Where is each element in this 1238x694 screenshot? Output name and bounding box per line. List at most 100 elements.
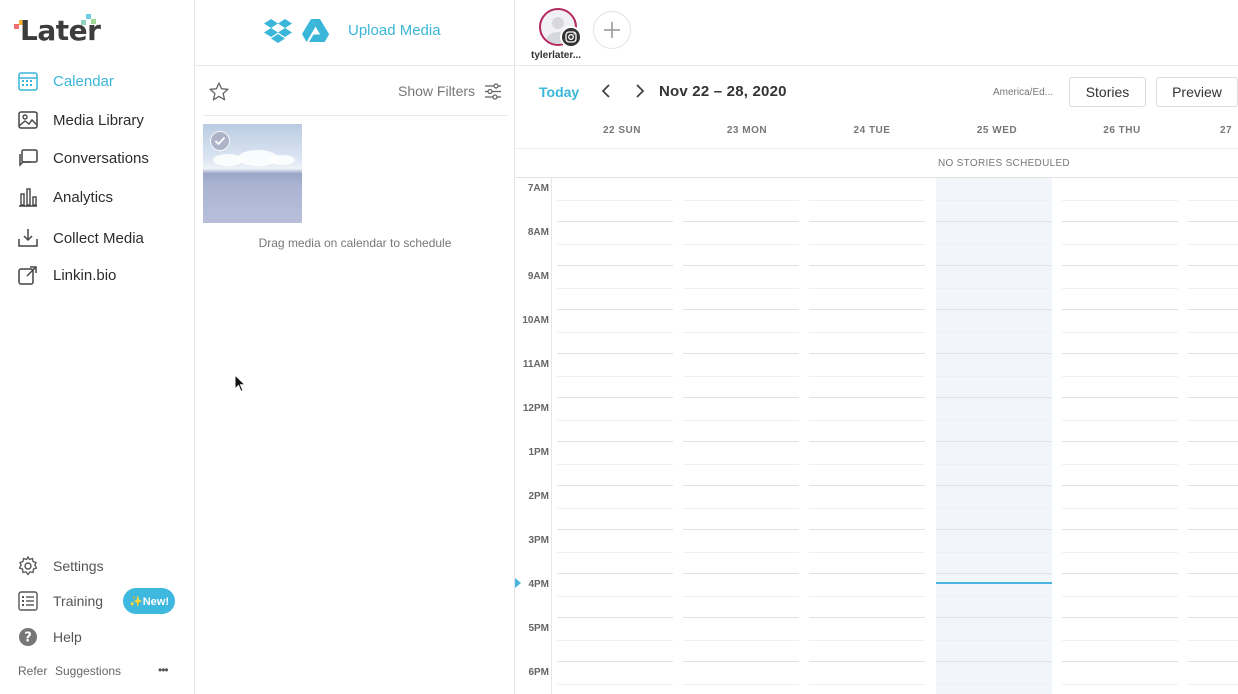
half-hour-line xyxy=(809,464,925,465)
hour-line xyxy=(936,353,1052,354)
hour-line xyxy=(809,397,925,398)
chevron-right-icon[interactable] xyxy=(631,82,647,100)
later-logo[interactable]: Later xyxy=(14,12,104,47)
hour-line xyxy=(1188,573,1238,574)
nav-label: Settings xyxy=(53,558,104,574)
add-account-button[interactable] xyxy=(593,11,631,49)
preview-button[interactable]: Preview xyxy=(1156,77,1238,107)
nav-analytics[interactable]: Analytics xyxy=(0,182,195,212)
select-check-icon[interactable] xyxy=(210,131,230,151)
refer-link[interactable]: Refer xyxy=(18,664,47,678)
hour-line xyxy=(1188,441,1238,442)
nav-collect-media[interactable]: Collect Media xyxy=(0,223,195,253)
hour-line xyxy=(557,573,673,574)
hour-line xyxy=(936,221,1052,222)
media-panel: Upload Media Show Filters Drag media on … xyxy=(195,0,515,694)
date-range: Nov 22 – 28, 2020 xyxy=(659,83,787,100)
half-hour-line xyxy=(1062,288,1178,289)
account-bar: tylerlater... xyxy=(515,0,1238,66)
day-header: 25 WED xyxy=(976,125,1018,136)
day-header: 23 MON xyxy=(726,125,768,136)
time-label: 1PM xyxy=(528,447,549,458)
filter-sliders-icon[interactable] xyxy=(484,83,502,100)
hour-line xyxy=(1062,485,1178,486)
hour-line xyxy=(809,529,925,530)
new-badge[interactable]: ✨New! xyxy=(123,588,175,614)
bar-chart-icon xyxy=(19,188,37,207)
dropbox-icon[interactable] xyxy=(264,18,292,44)
half-hour-line xyxy=(936,464,1052,465)
half-hour-line xyxy=(683,288,799,289)
hour-line xyxy=(683,221,799,222)
nav-calendar[interactable]: Calendar xyxy=(0,66,195,96)
half-hour-line xyxy=(557,420,673,421)
no-stories-label: NO STORIES SCHEDULED xyxy=(938,158,1070,169)
nav-label: Analytics xyxy=(53,188,114,206)
hour-line xyxy=(557,485,673,486)
hour-line xyxy=(936,617,1052,618)
link-edit-icon xyxy=(18,266,37,285)
hour-line xyxy=(809,265,925,266)
stories-button[interactable]: Stories xyxy=(1069,77,1146,107)
hour-line xyxy=(683,353,799,354)
half-hour-line xyxy=(683,596,799,597)
half-hour-line xyxy=(936,376,1052,377)
hour-line xyxy=(1062,573,1178,574)
upload-bar: Upload Media xyxy=(195,0,515,66)
half-hour-line xyxy=(557,200,673,201)
upload-media-button[interactable]: Upload Media xyxy=(348,22,441,39)
nav-media-library[interactable]: Media Library xyxy=(0,105,195,135)
time-label: 2PM xyxy=(528,491,549,502)
half-hour-line xyxy=(1188,684,1238,685)
hour-line xyxy=(557,221,673,222)
gear-icon xyxy=(18,555,38,576)
today-button[interactable]: Today xyxy=(539,84,579,100)
hour-line xyxy=(936,529,1052,530)
half-hour-line xyxy=(1062,244,1178,245)
star-icon[interactable] xyxy=(209,82,229,101)
nav-label: Help xyxy=(53,629,82,645)
nav-settings[interactable]: Settings xyxy=(0,551,195,581)
drag-hint: Drag media on calendar to schedule xyxy=(258,236,452,250)
half-hour-line xyxy=(809,288,925,289)
hour-line xyxy=(557,309,673,310)
half-hour-line xyxy=(1188,640,1238,641)
nav-help[interactable]: ? Help xyxy=(0,622,195,652)
day-header: 22 SUN xyxy=(602,125,641,136)
chat-icon xyxy=(19,149,38,167)
half-hour-line xyxy=(936,640,1052,641)
half-hour-line xyxy=(557,288,673,289)
hour-line xyxy=(683,485,799,486)
half-hour-line xyxy=(1062,508,1178,509)
half-hour-line xyxy=(683,376,799,377)
hour-line xyxy=(809,617,925,618)
timezone-selector[interactable]: America/Ed... xyxy=(993,87,1053,98)
hour-line xyxy=(1062,529,1178,530)
time-gutter-divider xyxy=(551,178,552,694)
more-menu[interactable]: ••• xyxy=(158,663,169,677)
chevron-left-icon[interactable] xyxy=(599,82,615,100)
half-hour-line xyxy=(557,596,673,597)
hour-line xyxy=(557,617,673,618)
media-thumbnail[interactable] xyxy=(203,124,302,223)
nav-linkin-bio[interactable]: Linkin.bio xyxy=(0,260,195,290)
sidebar: Later Calendar Media Library Conversatio… xyxy=(0,0,195,694)
current-time-marker xyxy=(515,578,521,588)
google-drive-icon[interactable] xyxy=(302,19,329,43)
hour-line xyxy=(809,573,925,574)
hour-line xyxy=(557,661,673,662)
stories-row: NO STORIES SCHEDULED xyxy=(515,148,1238,178)
time-grid[interactable]: 7AM 8AM 9AM 10AM 11AM 12PM 1PM 2PM 3PM 4PM 5PM 6PM xyxy=(515,178,1238,694)
show-filters-button[interactable]: Show Filters xyxy=(398,83,475,99)
nav-conversations[interactable]: Conversations xyxy=(0,143,195,173)
nav-label: Training xyxy=(53,593,104,609)
half-hour-line xyxy=(1062,640,1178,641)
hour-line xyxy=(936,485,1052,486)
suggestions-link[interactable]: Suggestions xyxy=(55,664,121,678)
download-tray-icon xyxy=(18,229,38,247)
hour-line xyxy=(1188,529,1238,530)
hour-line xyxy=(809,441,925,442)
half-hour-line xyxy=(809,640,925,641)
half-hour-line xyxy=(936,244,1052,245)
hour-line xyxy=(557,441,673,442)
